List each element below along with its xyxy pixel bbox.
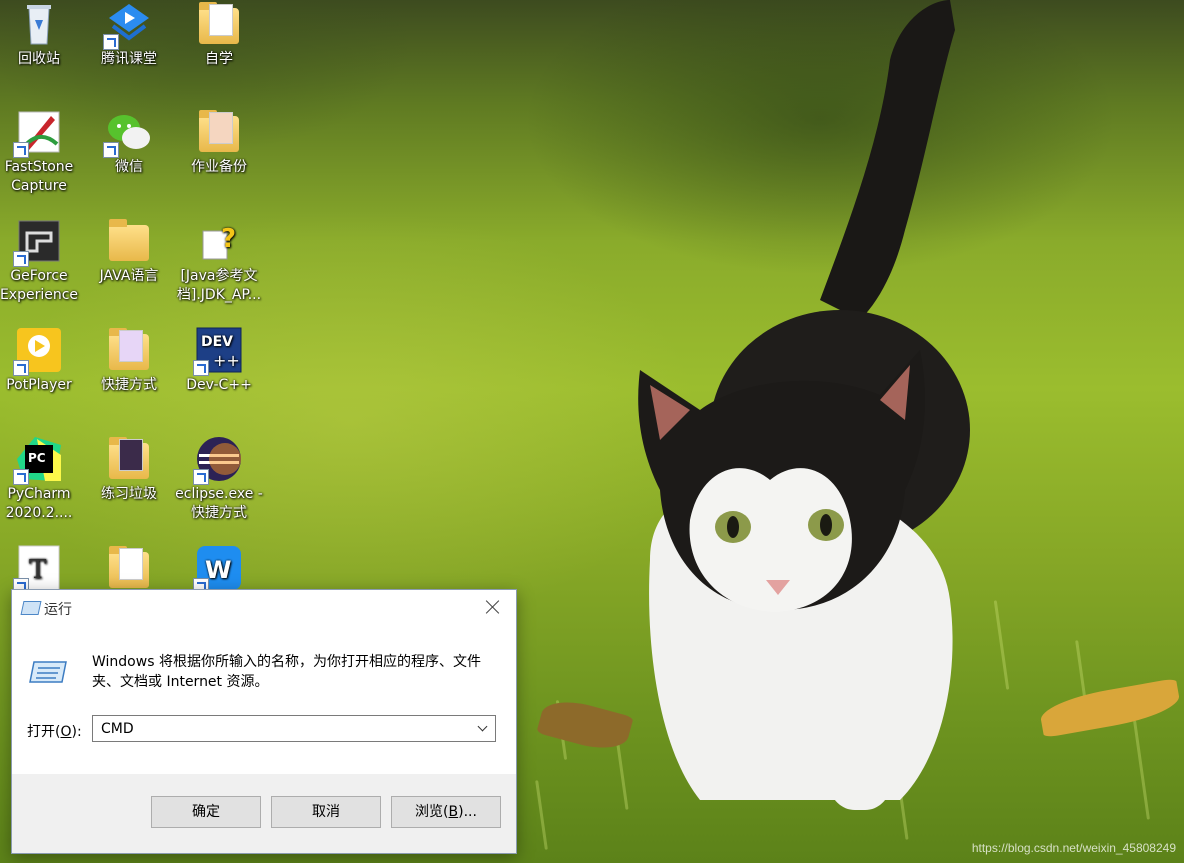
folder-icon — [195, 0, 243, 48]
folder-icon — [195, 108, 243, 156]
desktop-icon-potplayer[interactable]: PotPlayer — [0, 326, 83, 395]
pycharm-icon: PC — [13, 435, 63, 485]
close-button[interactable] — [470, 590, 516, 626]
desktop-icon-label: eclipse.exe - 快捷方式 — [175, 486, 263, 521]
geforce-experience-icon — [13, 217, 63, 267]
svg-text:?: ? — [221, 224, 236, 254]
desktop-icon-label: 自学 — [205, 51, 233, 67]
desktop-icon-pycharm[interactable]: PC PyCharm 2020.2.... — [0, 435, 83, 523]
folder-icon — [105, 544, 153, 592]
shortcut-arrow-icon — [103, 142, 119, 158]
desktop-icon-label: Dev-C++ — [186, 377, 252, 393]
desktop-icon-label: 作业备份 — [191, 159, 247, 175]
eclipse-icon — [193, 435, 243, 485]
potplayer-icon — [13, 326, 63, 376]
desktop-icon-eclipse[interactable]: eclipse.exe - 快捷方式 — [175, 435, 263, 523]
run-dialog-footer: 确定 取消 浏览(B)... — [12, 774, 516, 853]
watermark-text: https://blog.csdn.net/weixin_45808249 — [971, 841, 1176, 855]
svg-text:PC: PC — [28, 451, 46, 465]
chevron-down-icon[interactable] — [471, 716, 495, 741]
desktop-icon-self-study-folder[interactable]: 自学 — [175, 0, 263, 69]
desktop-icon-folder[interactable] — [85, 544, 173, 594]
desktop-icon-typora[interactable]: T — [0, 544, 83, 594]
desktop-icon-label: 微信 — [115, 159, 143, 175]
run-dialog-titlebar[interactable]: 运行 — [12, 590, 516, 626]
desktop-icon-java-folder[interactable]: JAVA语言 — [85, 217, 173, 286]
desktop-icon-wechat[interactable]: 微信 — [85, 108, 173, 177]
dev-cpp-icon: DEV ++ — [193, 326, 243, 376]
tencent-classroom-icon — [103, 0, 153, 50]
shortcut-arrow-icon — [13, 142, 29, 158]
desktop-icon-label: PotPlayer — [6, 377, 72, 393]
shortcut-arrow-icon — [13, 469, 29, 485]
shortcut-arrow-icon — [193, 360, 209, 376]
shortcut-arrow-icon — [193, 469, 209, 485]
cancel-button[interactable]: 取消 — [271, 796, 381, 828]
open-input[interactable] — [93, 716, 471, 741]
shortcut-arrow-icon — [103, 34, 119, 50]
open-label: 打开(O): — [27, 724, 82, 740]
desktop-icon-shortcuts-folder[interactable]: 快捷方式 — [85, 326, 173, 395]
desktop-icon-homework-backup-folder[interactable]: 作业备份 — [175, 108, 263, 177]
wps-office-icon: W — [193, 544, 243, 594]
help-document-icon: ? — [195, 217, 243, 265]
svg-text:T: T — [29, 555, 47, 585]
desktop-icon-label: PyCharm 2020.2.... — [5, 486, 73, 521]
desktop-icon-label: 腾讯课堂 — [101, 51, 157, 67]
shortcut-arrow-icon — [13, 251, 29, 267]
desktop-icon-label: 练习垃圾 — [101, 486, 157, 502]
run-description: Windows 将根据你所输入的名称，为你打开相应的程序、文件夹、文档或 Int… — [92, 654, 481, 690]
desktop-icon-recycle-bin[interactable]: 回收站 — [0, 0, 83, 69]
desktop-icon-jdk-api-doc[interactable]: ? [Java参考文档].JDK_AP... — [175, 217, 263, 305]
folder-icon — [105, 435, 153, 483]
desktop-icon-label: 快捷方式 — [101, 377, 157, 393]
desktop-icon-tencent-classroom[interactable]: 腾讯课堂 — [85, 0, 173, 69]
desktop-icon-dev-cpp[interactable]: DEV ++ Dev-C++ — [175, 326, 263, 395]
open-combobox[interactable] — [92, 715, 496, 742]
run-program-icon — [29, 661, 67, 683]
desktop-icon-label: JAVA语言 — [99, 268, 159, 284]
svg-text:++: ++ — [213, 351, 240, 370]
ok-button[interactable]: 确定 — [151, 796, 261, 828]
typora-icon: T — [13, 544, 63, 594]
shortcut-arrow-icon — [13, 360, 29, 376]
desktop-icon-label: GeForce Experience — [0, 268, 79, 303]
faststone-capture-icon — [13, 108, 63, 158]
desktop-icon-wps[interactable]: W — [175, 544, 263, 594]
recycle-bin-icon — [15, 0, 63, 48]
browse-button[interactable]: 浏览(B)... — [391, 796, 501, 828]
folder-icon — [105, 326, 153, 374]
desktop-icon-label: [Java参考文档].JDK_AP... — [176, 268, 262, 303]
desktop-icon-faststone-capture[interactable]: FastStone Capture — [0, 108, 83, 196]
close-icon — [486, 600, 500, 614]
run-dialog-title: 运行 — [44, 602, 72, 618]
desktop-icon-label: 回收站 — [18, 51, 60, 67]
desktop-icon-geforce-experience[interactable]: GeForce Experience — [0, 217, 83, 305]
folder-icon — [105, 217, 153, 265]
svg-text:DEV: DEV — [201, 334, 233, 350]
desktop-icon-label: FastStone Capture — [4, 159, 74, 194]
wechat-icon — [103, 108, 153, 158]
run-dialog: 运行 Windows 将根据你所输入的名称，为你打开相应的程序、文件夹、文档或 … — [11, 589, 517, 854]
desktop-icon-practice-folder[interactable]: 练习垃圾 — [85, 435, 173, 504]
run-app-icon — [20, 601, 42, 615]
